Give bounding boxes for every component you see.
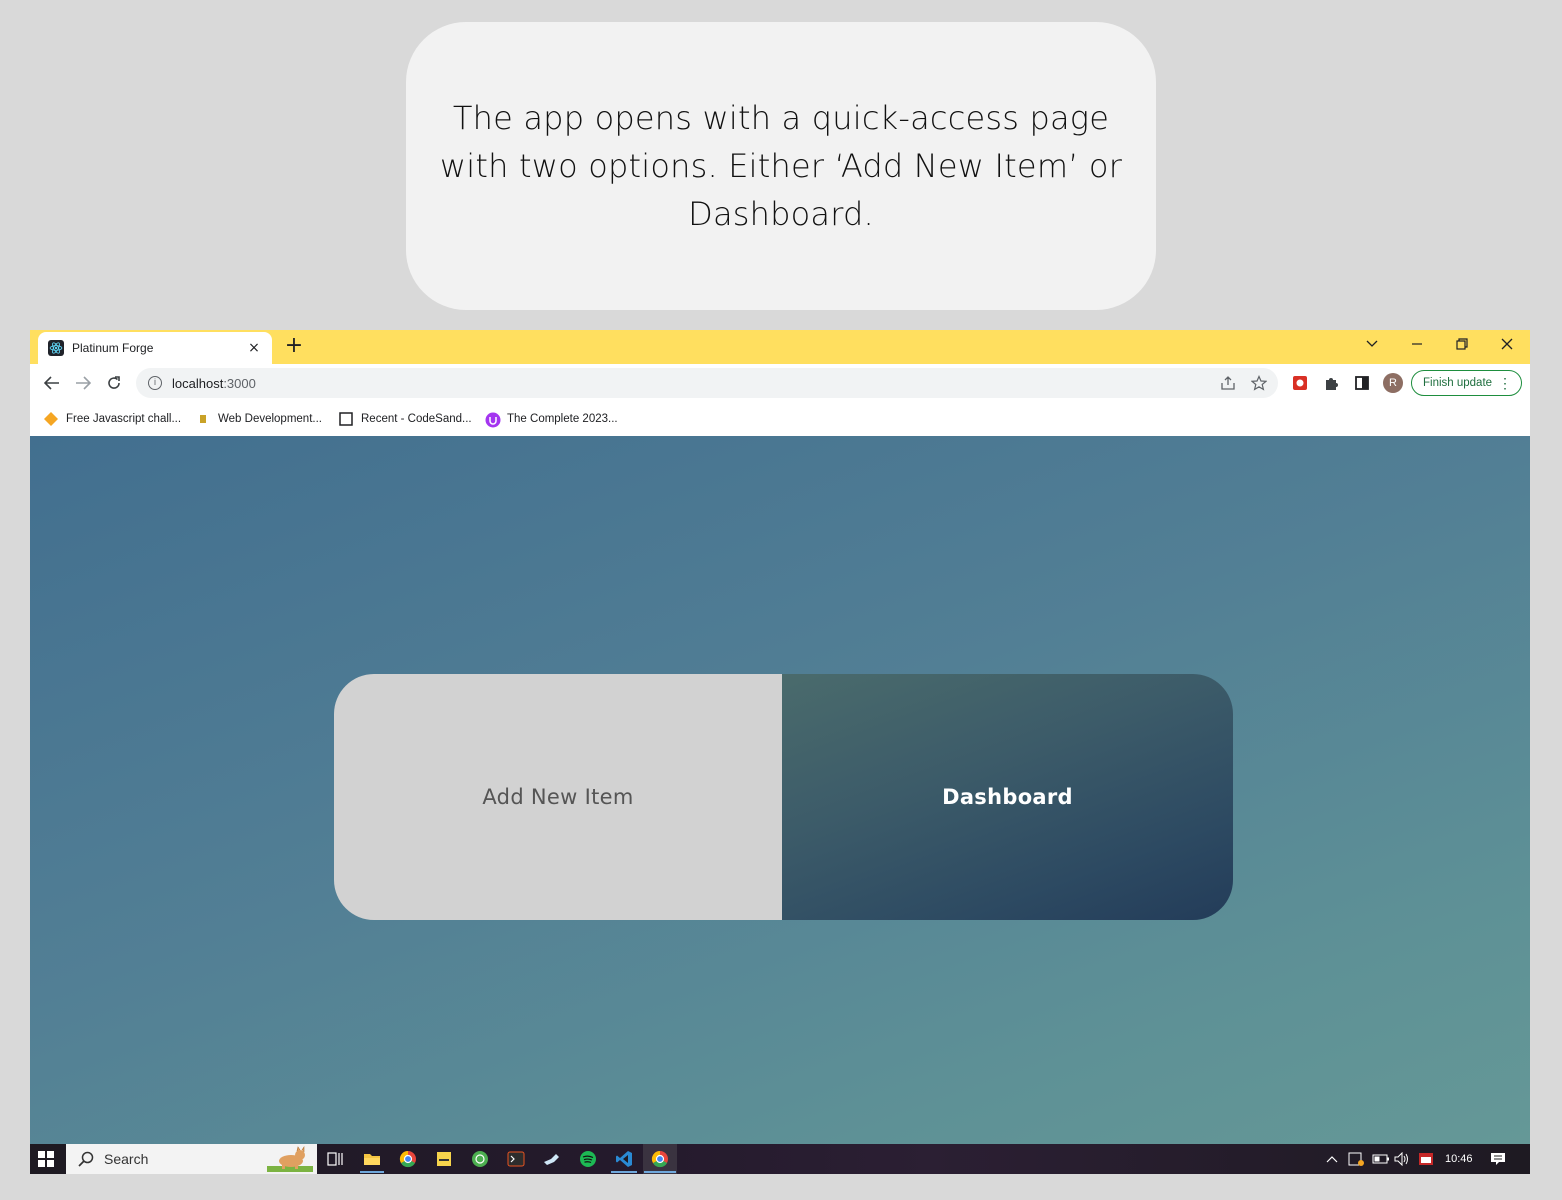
share-icon[interactable] (1220, 375, 1236, 391)
extension-red-icon[interactable] (1290, 373, 1310, 393)
caption-text: The app opens with a quick-access page w… (439, 99, 1123, 233)
quick-access-buttons: Add New Item Dashboard (334, 674, 1233, 920)
side-panel-icon[interactable] (1352, 373, 1372, 393)
puzzle-extensions-icon[interactable] (1321, 373, 1341, 393)
windows-taskbar: Search 10:46 (30, 1144, 1530, 1174)
bookmark-item[interactable]: Recent - CodeSand... (339, 410, 472, 428)
active-indicator (360, 1171, 384, 1173)
udemy-icon (485, 412, 501, 428)
tab-search-chevron-icon[interactable] (1350, 330, 1394, 358)
windows-start-icon[interactable] (38, 1151, 54, 1167)
calendar-badge-icon[interactable] (1418, 1152, 1434, 1166)
steam-icon[interactable] (543, 1150, 561, 1168)
volume-icon[interactable] (1394, 1151, 1410, 1167)
tray-chevron-up-icon[interactable] (1326, 1152, 1338, 1166)
bookmarks-bar: Free Javascript chall... Web Development… (30, 402, 1530, 436)
browser-toolbar: i localhost:3000 R Finish update ⋮ (30, 364, 1530, 402)
taskbar-search-label: Search (104, 1151, 149, 1167)
spotify-icon[interactable] (579, 1150, 597, 1168)
search-icon (78, 1151, 94, 1167)
active-indicator (611, 1171, 637, 1173)
tray-app-icon[interactable] (1348, 1152, 1364, 1166)
bookmark-label: Web Development... (218, 413, 322, 425)
chrome-icon[interactable] (399, 1150, 417, 1168)
profile-avatar[interactable]: R (1383, 373, 1403, 393)
caption-bubble: The app opens with a quick-access page w… (406, 22, 1156, 310)
bookmark-label: The Complete 2023... (507, 413, 618, 425)
restore-icon[interactable] (1440, 330, 1484, 358)
bookmark-item[interactable]: Free Javascript chall... (44, 410, 181, 428)
bookmark-favicon (196, 412, 210, 426)
chrome-active-icon[interactable] (651, 1150, 669, 1168)
clock[interactable]: 10:46 (1445, 1152, 1473, 1166)
dashboard-button[interactable]: Dashboard (782, 674, 1233, 920)
add-new-item-button[interactable]: Add New Item (334, 674, 782, 920)
close-window-icon[interactable] (1485, 330, 1529, 358)
more-vertical-icon: ⋮ (1498, 375, 1512, 391)
notifications-icon[interactable] (1490, 1152, 1506, 1166)
reload-icon[interactable] (104, 373, 124, 393)
minimize-icon[interactable] (1395, 330, 1439, 358)
diamond-icon (44, 412, 58, 426)
back-arrow-icon[interactable] (42, 373, 62, 393)
finish-update-label: Finish update (1423, 377, 1493, 389)
bookmark-label: Free Javascript chall... (66, 413, 182, 425)
codesandbox-icon (339, 412, 353, 426)
site-info-icon[interactable]: i (148, 376, 162, 390)
tab-title: Platinum Forge (72, 341, 154, 355)
task-view-icon[interactable] (326, 1150, 344, 1168)
tab-close-icon[interactable]: × (246, 340, 262, 356)
terminal-icon[interactable] (507, 1150, 525, 1168)
bookmark-item[interactable]: Web Development... (196, 410, 322, 428)
tab-platinum-forge[interactable]: Platinum Forge × (38, 332, 272, 364)
app-page: Add New Item Dashboard (30, 436, 1530, 1144)
vscode-icon[interactable] (615, 1150, 633, 1168)
tab-strip: Platinum Forge × + (30, 330, 1530, 364)
forward-arrow-icon[interactable] (73, 373, 93, 393)
bookmark-label: Recent - CodeSand... (361, 413, 472, 425)
corgi-illustration-icon (267, 1146, 313, 1172)
taskbar-search[interactable]: Search (66, 1144, 317, 1174)
bookmark-item[interactable]: The Complete 2023... (485, 410, 618, 428)
browser-window: Platinum Forge × + i localhost:3000 R Fi… (30, 330, 1530, 1174)
address-bar[interactable]: i localhost:3000 (136, 368, 1278, 398)
battery-icon[interactable] (1372, 1152, 1390, 1166)
xbox-icon[interactable] (471, 1150, 489, 1168)
url-text[interactable]: localhost:3000 (172, 376, 256, 391)
sticky-notes-icon[interactable] (435, 1150, 453, 1168)
file-explorer-icon[interactable] (363, 1150, 381, 1168)
bookmark-star-icon[interactable] (1250, 375, 1268, 391)
active-indicator (644, 1171, 676, 1173)
react-icon (48, 340, 64, 356)
new-tab-button[interactable]: + (282, 334, 306, 358)
finish-update-button[interactable]: Finish update ⋮ (1411, 370, 1522, 396)
